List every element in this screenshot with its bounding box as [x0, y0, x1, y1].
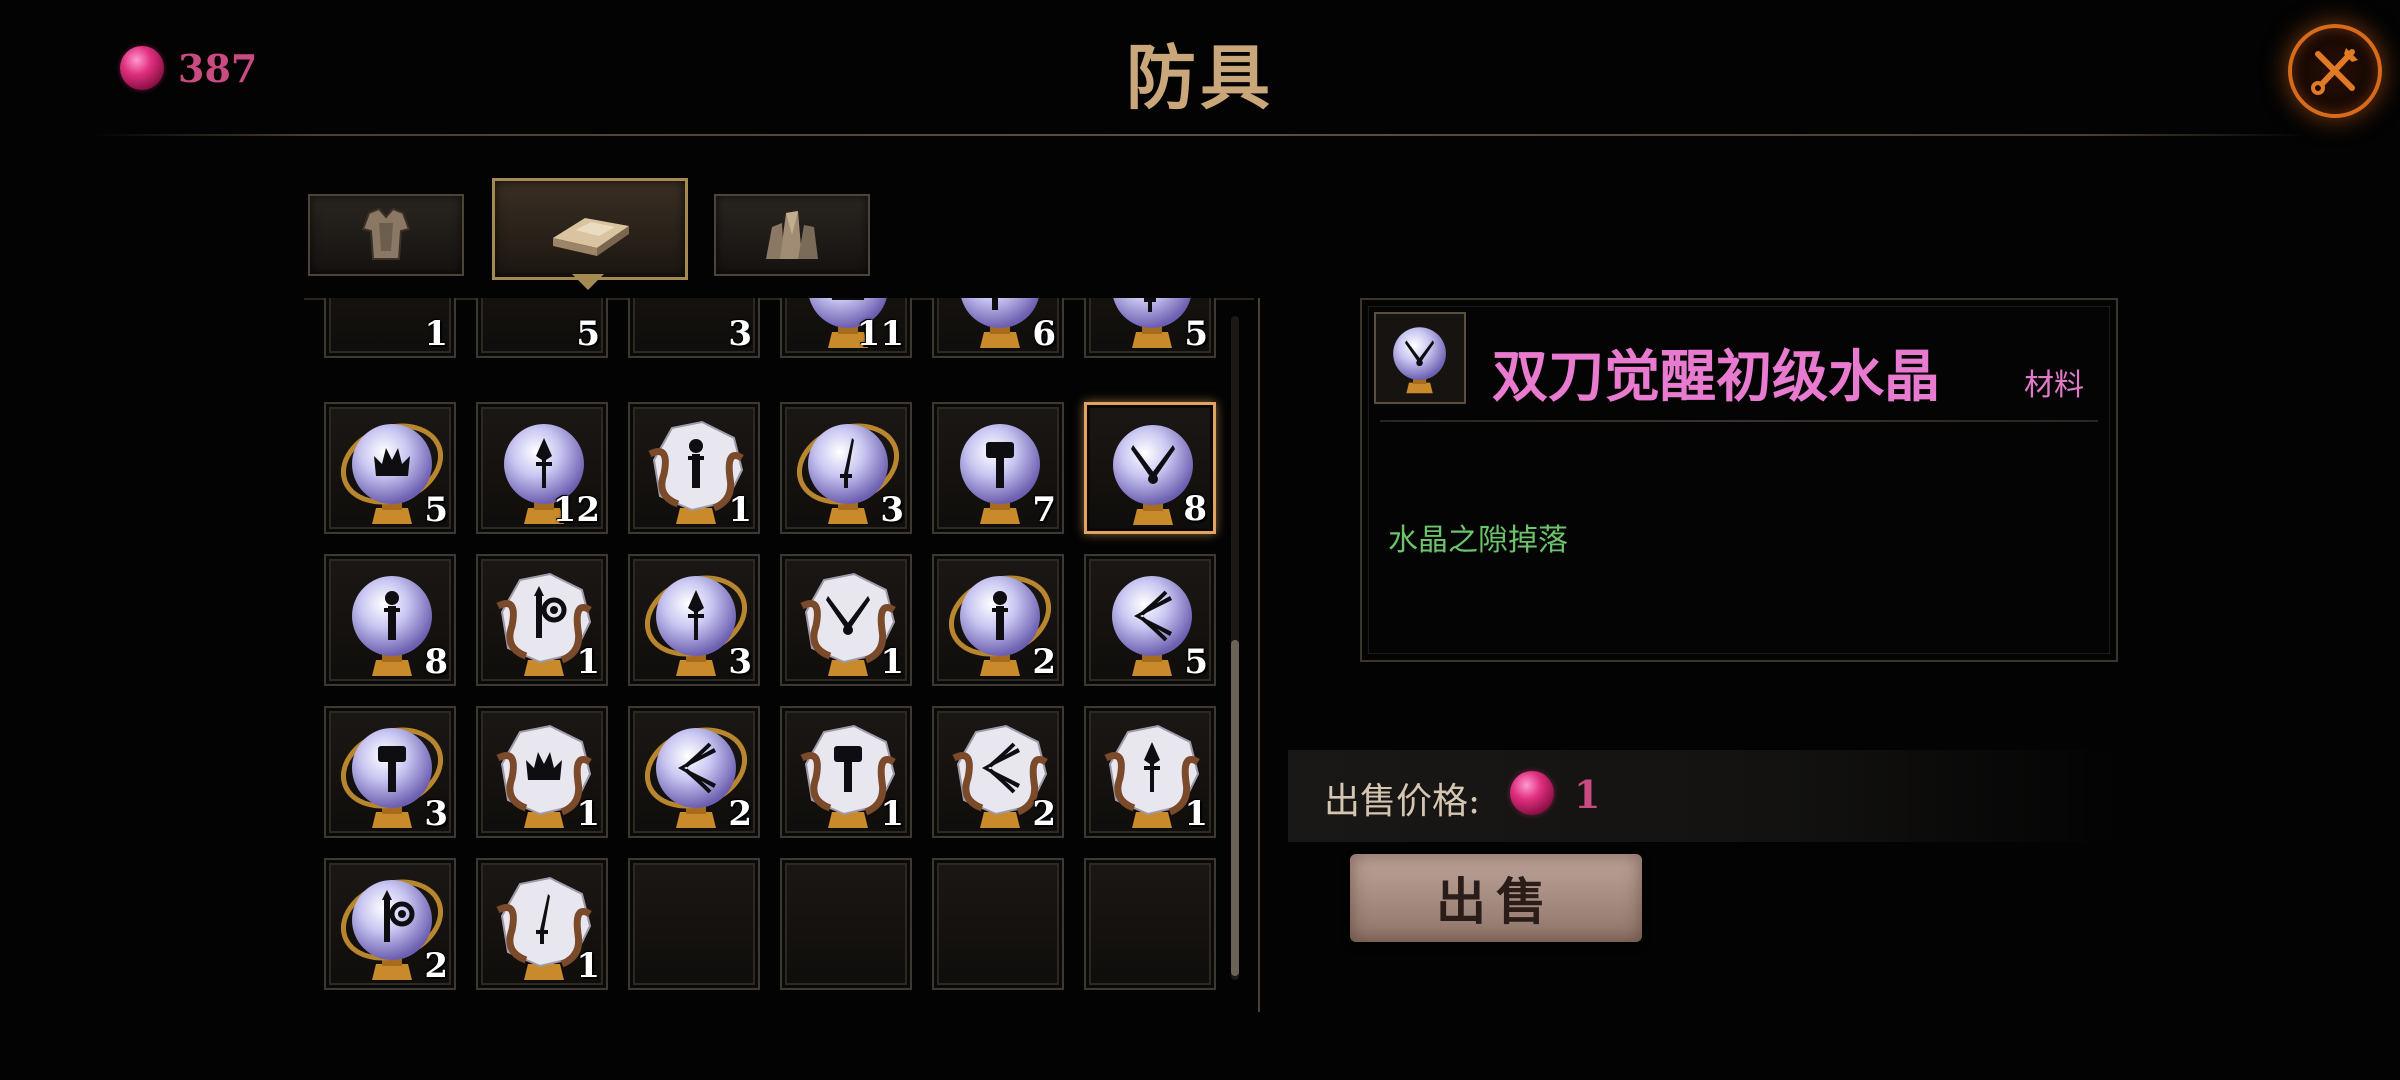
tab-armor[interactable]: [308, 194, 464, 276]
inventory-slot[interactable]: 1: [476, 554, 608, 686]
item-count: 5: [424, 490, 448, 530]
selected-item-thumbnail: [1374, 312, 1466, 404]
inventory-slot[interactable]: 2: [932, 554, 1064, 686]
inventory-slot[interactable]: 1: [324, 298, 456, 358]
empty-inventory-slot[interactable]: [628, 858, 760, 990]
inventory-slot[interactable]: 3: [628, 554, 760, 686]
empty-inventory-slot[interactable]: [1084, 858, 1216, 990]
item-count: 11: [856, 314, 904, 354]
ingot-icon: [553, 218, 629, 256]
item-count: 1: [576, 794, 600, 834]
item-count: 6: [1032, 314, 1056, 354]
inventory-slot[interactable]: 8: [324, 554, 456, 686]
inventory-slot[interactable]: 5: [1084, 554, 1216, 686]
item-count: 5: [1184, 314, 1208, 354]
sell-button[interactable]: 出售: [1350, 854, 1642, 942]
inventory-slot[interactable]: 11: [780, 298, 912, 358]
item-name: 双刀觉醒初级水晶: [1492, 344, 1940, 410]
orb-dual-blades-icon: [1376, 314, 1463, 404]
inventory-slot[interactable]: 2: [628, 706, 760, 838]
item-count: 3: [728, 314, 752, 354]
inventory-slot[interactable]: 5: [1084, 298, 1216, 358]
empty-inventory-slot[interactable]: [780, 858, 912, 990]
grid-frame-divider: [1258, 298, 1260, 1012]
inventory-slot[interactable]: 7: [932, 402, 1064, 534]
item-count: 1: [880, 794, 904, 834]
item-count: 5: [576, 314, 600, 354]
inventory-slot[interactable]: 5: [324, 402, 456, 534]
item-source: 水晶之隙掉落: [1388, 523, 1568, 558]
item-count: 2: [1032, 794, 1056, 834]
item-count: 1: [576, 946, 600, 986]
item-count: 1: [424, 314, 448, 354]
inventory-slot[interactable]: 1: [628, 402, 760, 534]
item-count: 3: [880, 490, 904, 530]
crystal-cluster-icon: [766, 211, 818, 259]
active-tab-pointer-icon: [572, 274, 604, 290]
inventory-slot[interactable]: 1: [476, 706, 608, 838]
inventory-slot[interactable]: 1: [780, 554, 912, 686]
crossed-tools-icon: [2311, 48, 2358, 95]
inventory-slot[interactable]: 1: [476, 858, 608, 990]
tab-crystal[interactable]: [714, 194, 870, 276]
item-count: 5: [1184, 642, 1208, 682]
item-count: 3: [424, 794, 448, 834]
item-count: 1: [728, 490, 752, 530]
gem-icon: [1510, 771, 1554, 815]
inventory-slot[interactable]: 2: [932, 706, 1064, 838]
price-value: 1: [1574, 772, 1601, 817]
empty-inventory-slot[interactable]: [932, 858, 1064, 990]
item-count: 1: [880, 642, 904, 682]
header-divider: [90, 134, 2310, 136]
item-count: 2: [728, 794, 752, 834]
inventory-slot[interactable]: 5: [476, 298, 608, 358]
inventory-slot[interactable]: 1: [1084, 706, 1216, 838]
item-count: 8: [1183, 489, 1207, 529]
item-count: 2: [1032, 642, 1056, 682]
item-count: 12: [552, 490, 600, 530]
item-category: 材料: [2024, 368, 2084, 403]
price-label: 出售价格:: [1324, 781, 1481, 822]
close-button[interactable]: [2288, 24, 2382, 118]
inventory-slot[interactable]: 8: [1084, 402, 1216, 534]
item-count: 3: [728, 642, 752, 682]
inventory-grid: 1 5 3 11 6 5 5 12 1 3 7 8 8 1 3 1 2 5 3 1 2 1 2 1 2 1: [304, 298, 1254, 995]
item-count: 8: [424, 642, 448, 682]
item-count: 2: [424, 946, 448, 986]
sell-button-label: 出售: [1436, 872, 1556, 931]
inventory-slot[interactable]: 3: [324, 706, 456, 838]
inventory-slot[interactable]: 3: [628, 298, 760, 358]
item-count: 7: [1032, 490, 1056, 530]
tab-material[interactable]: [492, 178, 688, 280]
scrollbar-thumb[interactable]: [1231, 640, 1239, 976]
item-count: 1: [1184, 794, 1208, 834]
detail-divider: [1380, 420, 2098, 422]
item-count: 1: [576, 642, 600, 682]
inventory-slot[interactable]: 3: [780, 402, 912, 534]
inventory-slot[interactable]: 1: [780, 706, 912, 838]
inventory-slot[interactable]: 12: [476, 402, 608, 534]
inventory-slot[interactable]: 6: [932, 298, 1064, 358]
page-title: 防具: [1126, 36, 1274, 119]
inventory-slot[interactable]: 2: [324, 858, 456, 990]
armor-icon: [361, 207, 411, 260]
